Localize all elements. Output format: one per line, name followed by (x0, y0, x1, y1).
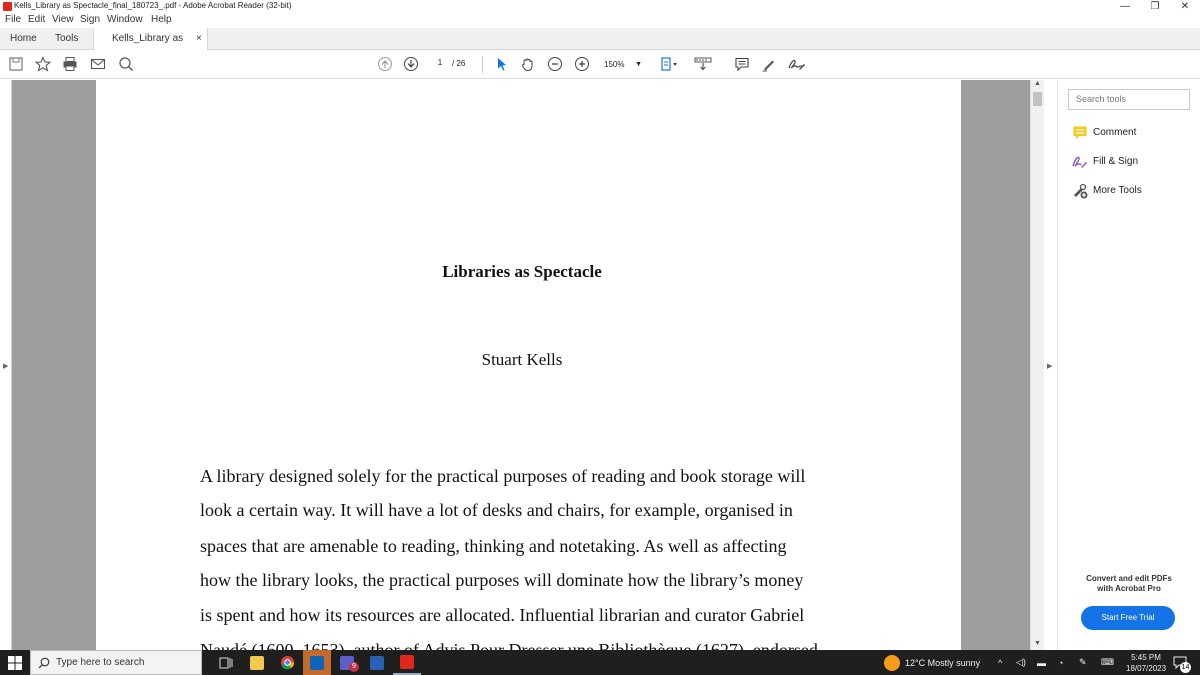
paragraph-line: A library designed solely for the practi… (200, 466, 806, 486)
title-bar: Kells_Library as Spectacle_final_180723_… (0, 0, 1200, 13)
tab-document[interactable]: Kells_Library as Spe... × (93, 28, 208, 66)
paragraph-line-cut: Naudé (1600–1653), author of Advis Pour … (200, 640, 818, 650)
windows-taskbar: Type here to search 9 12°C Mostly sunny … (0, 650, 1200, 675)
more-tools-icon (1074, 183, 1088, 199)
word-icon[interactable] (363, 650, 391, 675)
taskbar-search-box[interactable]: Type here to search (30, 650, 202, 675)
fill-sign-toolbar-icon[interactable] (786, 55, 808, 73)
window-title: Kells_Library as Spectacle_final_180723_… (14, 1, 292, 10)
vertical-scrollbar[interactable]: ▲ ▼ (1030, 80, 1044, 650)
promo-line: Convert and edit PDFs (1086, 574, 1172, 583)
windows-logo-icon (8, 655, 22, 670)
menu-view[interactable]: View (52, 14, 74, 25)
taskbar-search-placeholder: Type here to search (56, 657, 145, 668)
weather-widget[interactable]: 12°C Mostly sunny (884, 650, 980, 675)
document-viewer[interactable]: Libraries as Spectacle Stuart Kells A li… (12, 80, 1030, 650)
page-fit-icon[interactable] (658, 55, 682, 73)
tab-home[interactable]: Home (10, 28, 37, 50)
tool-comment-label: Comment (1093, 127, 1137, 138)
chrome-icon[interactable] (273, 650, 301, 675)
toolbar: 1 / 26 150% ▼ (0, 50, 1200, 79)
email-icon[interactable] (89, 55, 107, 73)
zoom-search-icon[interactable] (117, 55, 135, 73)
menu-window[interactable]: Window (107, 14, 143, 25)
search-tools-input[interactable]: Search tools (1068, 89, 1190, 110)
close-tab-icon[interactable]: × (196, 28, 202, 50)
highlight-pen-icon[interactable] (760, 55, 778, 73)
left-navigation-strip: ▶ (0, 80, 12, 650)
page-count: / 26 (452, 59, 466, 68)
chevron-down-icon: ▼ (635, 61, 642, 68)
tool-more-tools-label: More Tools (1093, 185, 1142, 196)
minimize-button[interactable]: — (1110, 0, 1140, 13)
paragraph-line: is spent and how its resources are alloc… (200, 605, 805, 625)
outlook-icon[interactable] (303, 650, 331, 675)
select-cursor-icon[interactable] (493, 55, 511, 73)
menu-sign[interactable]: Sign (80, 14, 100, 25)
paragraph-line: look a certain way. It will have a lot o… (200, 500, 793, 520)
teams-badge: 9 (349, 662, 359, 672)
wifi-icon[interactable]: ◔ (1058, 650, 1063, 675)
search-icon (38, 657, 50, 669)
task-view-icon[interactable] (212, 650, 240, 675)
acrobat-taskbar-icon[interactable] (393, 650, 421, 675)
page-number-input[interactable]: 1 (432, 58, 448, 71)
pdf-page: Libraries as Spectacle Stuart Kells A li… (96, 80, 961, 650)
expand-left-panel-icon[interactable]: ▶ (3, 362, 8, 370)
clock-date: 18/07/2023 (1126, 663, 1167, 673)
bookmark-star-icon[interactable] (34, 55, 52, 73)
sun-weather-icon (884, 654, 900, 671)
maximize-button[interactable]: ❐ (1140, 0, 1170, 13)
hand-tool-icon[interactable] (519, 55, 537, 73)
show-hidden-icons-icon[interactable]: ^ (998, 650, 1002, 675)
scroll-down-icon[interactable]: ▼ (1034, 640, 1041, 647)
pen-icon[interactable]: ✎ (1079, 650, 1087, 675)
zoom-in-icon[interactable] (573, 55, 591, 73)
close-window-button[interactable]: ✕ (1170, 0, 1200, 13)
scroll-up-icon[interactable]: ▲ (1034, 80, 1041, 87)
menu-bar: File Edit View Sign Window Help (0, 13, 1200, 28)
menu-file[interactable]: File (5, 14, 21, 25)
acrobat-pro-promo: Convert and edit PDFs with Acrobat Pro (1058, 574, 1200, 594)
toolbar-divider (482, 56, 483, 73)
comment-icon (1073, 126, 1087, 139)
teams-icon[interactable]: 9 (333, 650, 361, 675)
clock-time: 5:45 PM (1131, 652, 1161, 662)
right-panel-toggle-strip: ▶ (1044, 80, 1058, 650)
save-icon[interactable] (7, 55, 25, 73)
promo-line: with Acrobat Pro (1097, 584, 1161, 593)
collapse-right-panel-icon[interactable]: ▶ (1047, 362, 1052, 370)
menu-edit[interactable]: Edit (28, 14, 45, 25)
tool-fill-sign-label: Fill & Sign (1093, 156, 1139, 167)
clock[interactable]: 5:45 PM 18/07/2023 (1126, 650, 1166, 675)
document-title: Libraries as Spectacle (442, 262, 602, 281)
zoom-out-icon[interactable] (546, 55, 564, 73)
keyboard-icon[interactable]: ⌨ (1101, 650, 1114, 675)
zoom-level-select[interactable]: 150% ▼ (604, 57, 644, 72)
notification-badge: 14 (1180, 662, 1191, 673)
start-button[interactable] (0, 650, 30, 675)
speaker-icon[interactable]: ◁) (1016, 650, 1026, 675)
file-explorer-icon[interactable] (243, 650, 271, 675)
tab-tools[interactable]: Tools (55, 28, 78, 50)
zoom-level-value: 150% (604, 60, 625, 69)
weather-text: 12°C Mostly sunny (905, 657, 981, 668)
paragraph-line: spaces that are amenable to reading, thi… (200, 536, 787, 556)
battery-icon[interactable]: ▬ (1037, 650, 1046, 675)
scroll-mode-icon[interactable] (692, 55, 714, 73)
print-icon[interactable] (61, 55, 79, 73)
notification-center-icon[interactable]: 14 (1173, 650, 1191, 675)
tab-bar: Home Tools Kells_Library as Spe... × (0, 28, 1200, 66)
acrobat-app-icon (3, 2, 12, 11)
scrollbar-thumb[interactable] (1033, 92, 1042, 106)
previous-page-icon[interactable] (376, 55, 394, 73)
start-free-trial-button[interactable]: Start Free Trial (1081, 606, 1175, 630)
menu-help[interactable]: Help (151, 14, 172, 25)
paragraph-line: how the library looks, the practical pur… (200, 570, 804, 590)
comment-toolbar-icon[interactable] (733, 55, 751, 73)
fill-sign-icon (1072, 156, 1087, 168)
document-author: Stuart Kells (481, 350, 563, 369)
next-page-icon[interactable] (402, 55, 420, 73)
tools-pane: Search tools Comment Fill & Sign More To… (1058, 80, 1200, 650)
